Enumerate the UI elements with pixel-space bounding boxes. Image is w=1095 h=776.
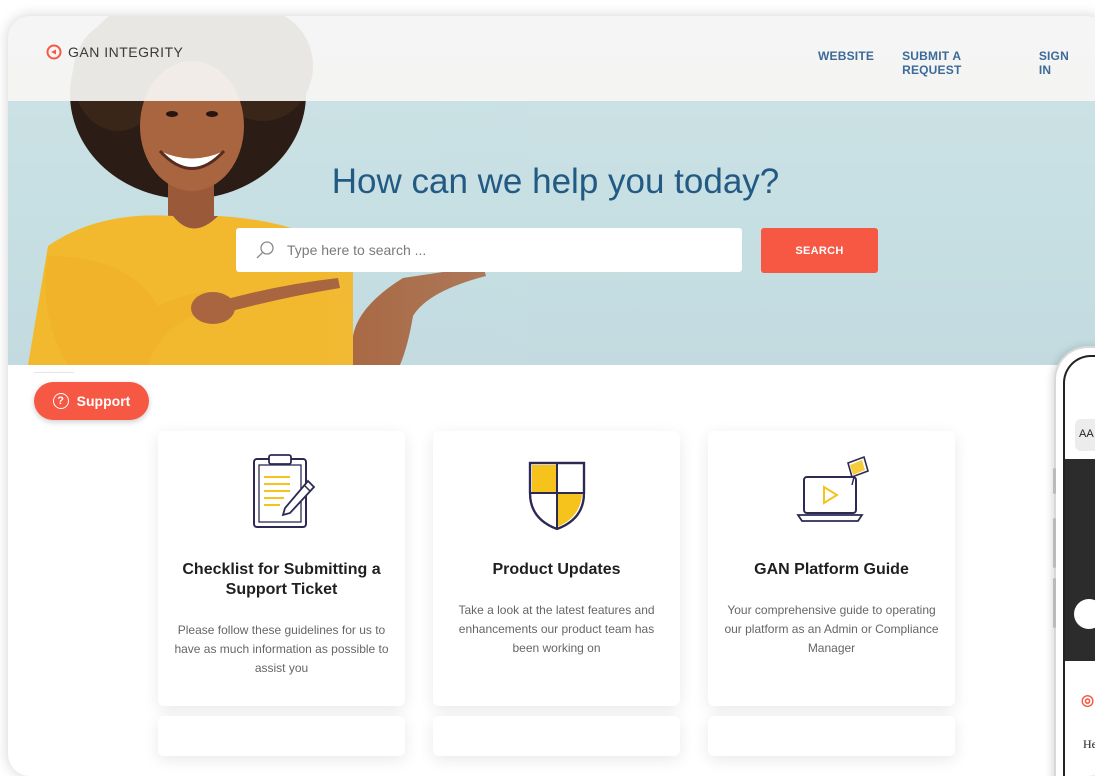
card-icon-wrap (433, 451, 680, 531)
header-nav: WEBSITE SUBMIT A REQUEST SIGN IN (818, 49, 1095, 77)
card-title: GAN Platform Guide (754, 561, 909, 578)
divider (34, 372, 74, 373)
card-row2-placeholder (708, 716, 955, 756)
card-product-updates[interactable]: Product Updates Take a look at the lates… (433, 431, 680, 706)
brand-name: GAN INTEGRITY (68, 44, 184, 60)
card-row2-placeholder (158, 716, 405, 756)
support-widget-button[interactable]: ? Support (34, 382, 149, 420)
phone-aa-text: AA (1079, 428, 1094, 440)
card-row2-placeholder (433, 716, 680, 756)
card-icon-wrap (708, 451, 955, 531)
brand-logo[interactable]: GAN INTEGRITY (46, 44, 183, 60)
card-description: Your comprehensive guide to operating ou… (724, 603, 939, 655)
card-checklist[interactable]: Checklist for Submitting a Support Ticke… (158, 431, 405, 706)
nav-link-website[interactable]: WEBSITE (818, 49, 874, 77)
card-description: Take a look at the latest features and e… (458, 603, 655, 655)
nav-link-submit-request[interactable]: SUBMIT A REQUEST (902, 49, 1011, 77)
search-input[interactable] (285, 241, 709, 259)
phone-mockup: AA ◎ He (1053, 346, 1095, 776)
phone-button (1053, 578, 1056, 628)
help-circle-icon: ? (52, 393, 69, 409)
hero-title: How can we help you today? (331, 162, 780, 201)
card-title: Product Updates (492, 561, 621, 578)
phone-logo-icon: ◎ (1081, 692, 1095, 709)
phone-button (1053, 518, 1056, 568)
card-title: Checklist for Submitting a Support Ticke… (182, 561, 381, 598)
clipboard-checklist-icon (252, 454, 315, 528)
search-button[interactable]: SEARCH (761, 228, 878, 273)
search-box (236, 228, 742, 272)
phone-screen: AA ◎ He (1063, 355, 1095, 776)
browser-frame: How can we help you today? SEARCH GAN IN… (8, 16, 1095, 776)
phone-video-thumbnail (1065, 459, 1095, 661)
card-platform-guide[interactable]: GAN Platform Guide Your comprehensive gu… (708, 431, 955, 706)
nav-link-sign-in[interactable]: SIGN IN (1039, 49, 1080, 77)
site-header: GAN INTEGRITY WEBSITE SUBMIT A REQUEST S… (8, 16, 1095, 101)
phone-address-bar: AA (1075, 419, 1095, 451)
support-label: Support (76, 393, 131, 409)
laptop-graduation-icon (795, 455, 869, 522)
phone-button (1053, 468, 1056, 494)
gan-logo-icon (46, 44, 62, 60)
play-button-icon (1074, 599, 1095, 629)
search-icon (256, 241, 274, 259)
card-description: Please follow these guidelines for us to… (174, 623, 389, 675)
shield-icon (528, 461, 585, 531)
card-icon-wrap (158, 451, 405, 531)
